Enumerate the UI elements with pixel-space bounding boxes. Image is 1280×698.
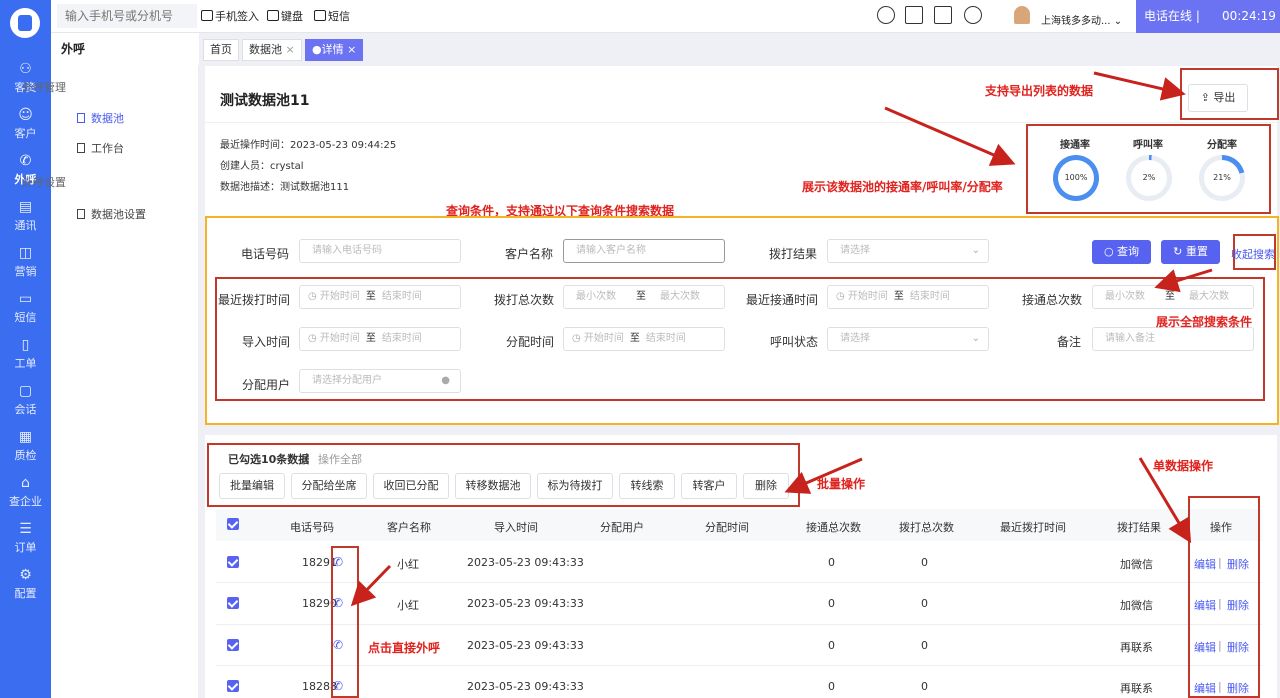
arrow-call <box>350 564 392 607</box>
arrow-batch <box>784 457 863 494</box>
arrow-export <box>1093 71 1186 101</box>
arrow-single <box>1138 457 1192 544</box>
arrow-expand <box>1154 268 1213 293</box>
annotation-arrows <box>350 71 1213 607</box>
arrow-rates <box>884 106 1016 166</box>
